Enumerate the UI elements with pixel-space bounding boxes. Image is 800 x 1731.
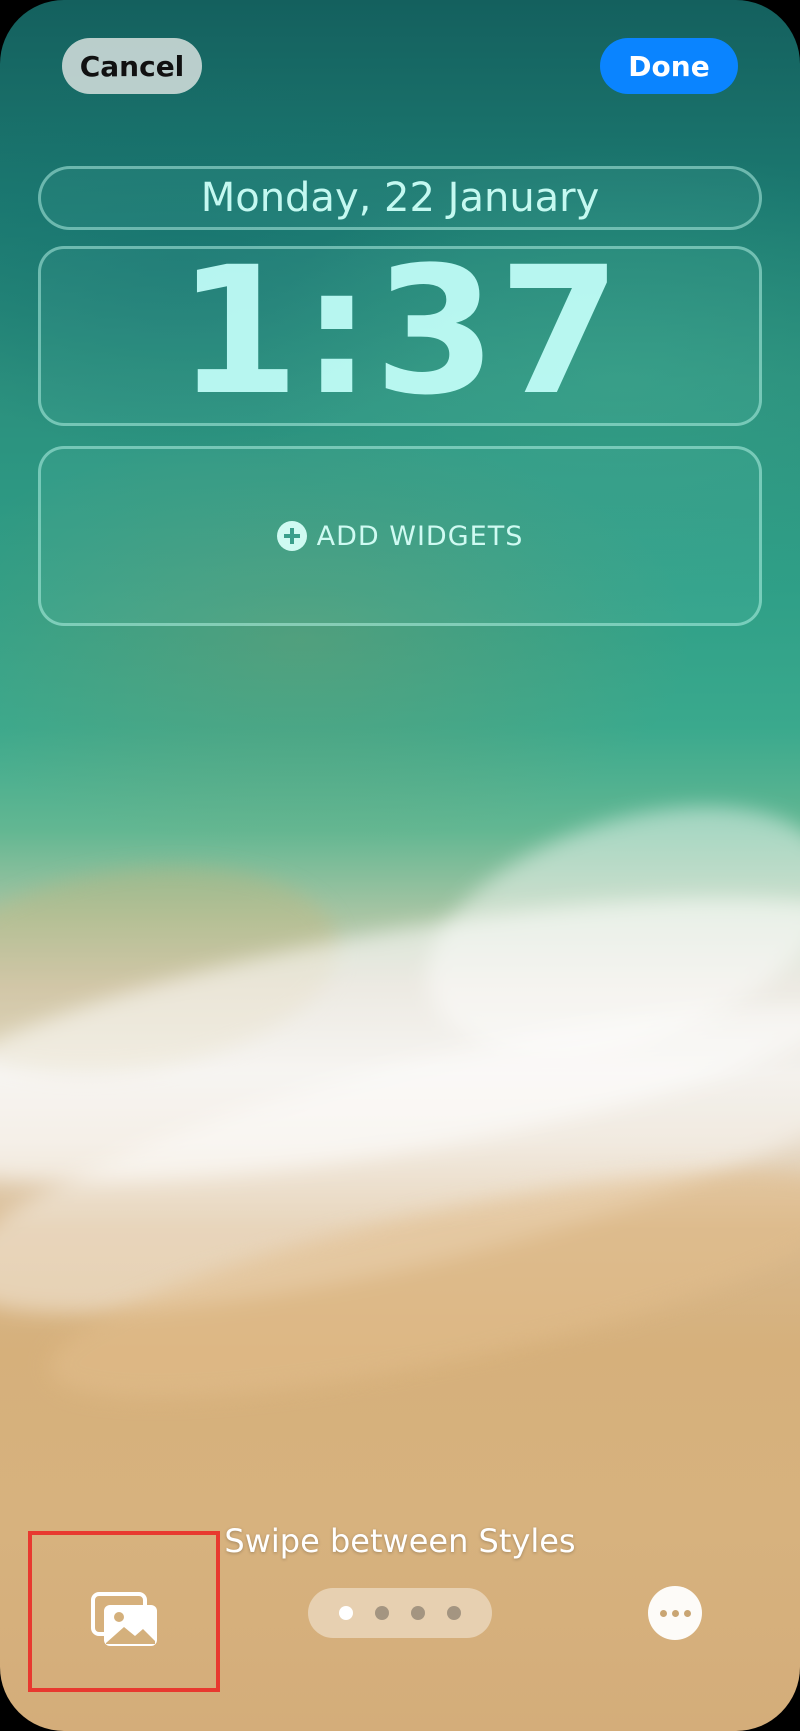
highlight-annotation-box xyxy=(28,1531,220,1692)
cancel-button[interactable]: Cancel xyxy=(62,38,202,94)
ellipsis-dot xyxy=(683,1609,691,1617)
add-widgets-label: ADD WIDGETS xyxy=(316,520,524,552)
page-dot-2 xyxy=(375,1606,389,1620)
lockscreen-time: 1:37 xyxy=(177,228,623,434)
style-page-indicator[interactable] xyxy=(308,1588,492,1638)
more-options-button[interactable] xyxy=(648,1586,702,1640)
lockscreen-editor: Cancel Done Monday, 22 January 1:37 ADD … xyxy=(0,0,800,1731)
swipe-hint: Swipe between Styles xyxy=(224,1522,576,1560)
page-dot-1 xyxy=(339,1606,353,1620)
ellipsis-circle-icon xyxy=(659,1609,667,1617)
page-dot-3 xyxy=(411,1606,425,1620)
plus-circle-icon xyxy=(276,521,307,551)
add-widgets-button[interactable]: ADD WIDGETS xyxy=(38,446,762,626)
ellipsis-dot xyxy=(671,1609,679,1617)
page-dot-4 xyxy=(447,1606,461,1620)
lockscreen-date: Monday, 22 January xyxy=(200,175,600,221)
done-button[interactable]: Done xyxy=(600,38,738,94)
